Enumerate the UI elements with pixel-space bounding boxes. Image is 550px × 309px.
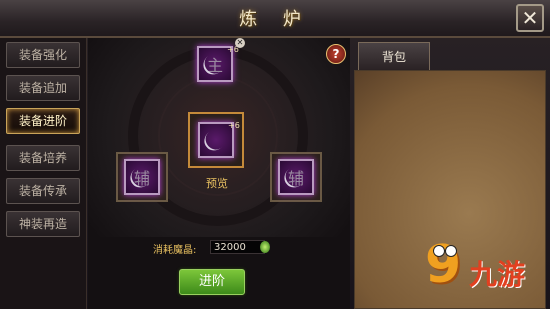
tab-list: 装备强化 装备追加 装备进阶 装备培养 装备传承 神装再造 [0, 38, 87, 309]
logo-digit: 9 [425, 235, 462, 295]
preview-label: 预览 [206, 177, 228, 190]
tab-equip-enhance[interactable]: 装备强化 [6, 42, 80, 68]
watermark-logo: 9 九游 [425, 235, 547, 305]
remove-icon[interactable]: ✕ [235, 38, 245, 48]
material-slot-left[interactable]: 辅 [124, 159, 160, 195]
material-slot-right[interactable]: 辅 [278, 159, 314, 195]
logo-eye-icon [433, 245, 445, 257]
tab-equip-append[interactable]: 装备追加 [6, 75, 80, 101]
tab-equip-inherit[interactable]: 装备传承 [6, 178, 80, 204]
preview-level: +6 [228, 121, 240, 130]
window-title: 炼 炉 [239, 9, 311, 30]
tab-bag[interactable]: 背包 [358, 42, 430, 70]
tab-divine-remake[interactable]: 神装再造 [6, 211, 80, 237]
tab-equip-cultivate[interactable]: 装备培养 [6, 145, 80, 171]
bow-icon [200, 125, 230, 155]
close-button[interactable]: ✕ [516, 4, 544, 32]
cost-label: 消耗魔晶: [153, 245, 197, 256]
cost-value: 32000 [210, 240, 265, 254]
forge-panel: ? 主 +6 ✕ +6 预览 辅 辅 [88, 38, 350, 237]
forge-window: 炼 炉 ✕ 装备强化 装备追加 装备进阶 装备培养 装备传承 神装再造 ? 主 … [0, 0, 550, 309]
close-icon: ✕ [521, 6, 539, 30]
cost-bar: 消耗魔晶: 32000 进阶 [88, 237, 350, 309]
title-bar: 炼 炉 ✕ [0, 0, 550, 38]
logo-text: 九游 [469, 258, 526, 291]
tab-equip-advance[interactable]: 装备进阶 [6, 108, 80, 134]
logo-eye-icon [445, 245, 457, 257]
help-button[interactable]: ? [326, 44, 346, 64]
advance-button[interactable]: 进阶 [179, 269, 245, 295]
green-gem-icon [260, 241, 270, 253]
